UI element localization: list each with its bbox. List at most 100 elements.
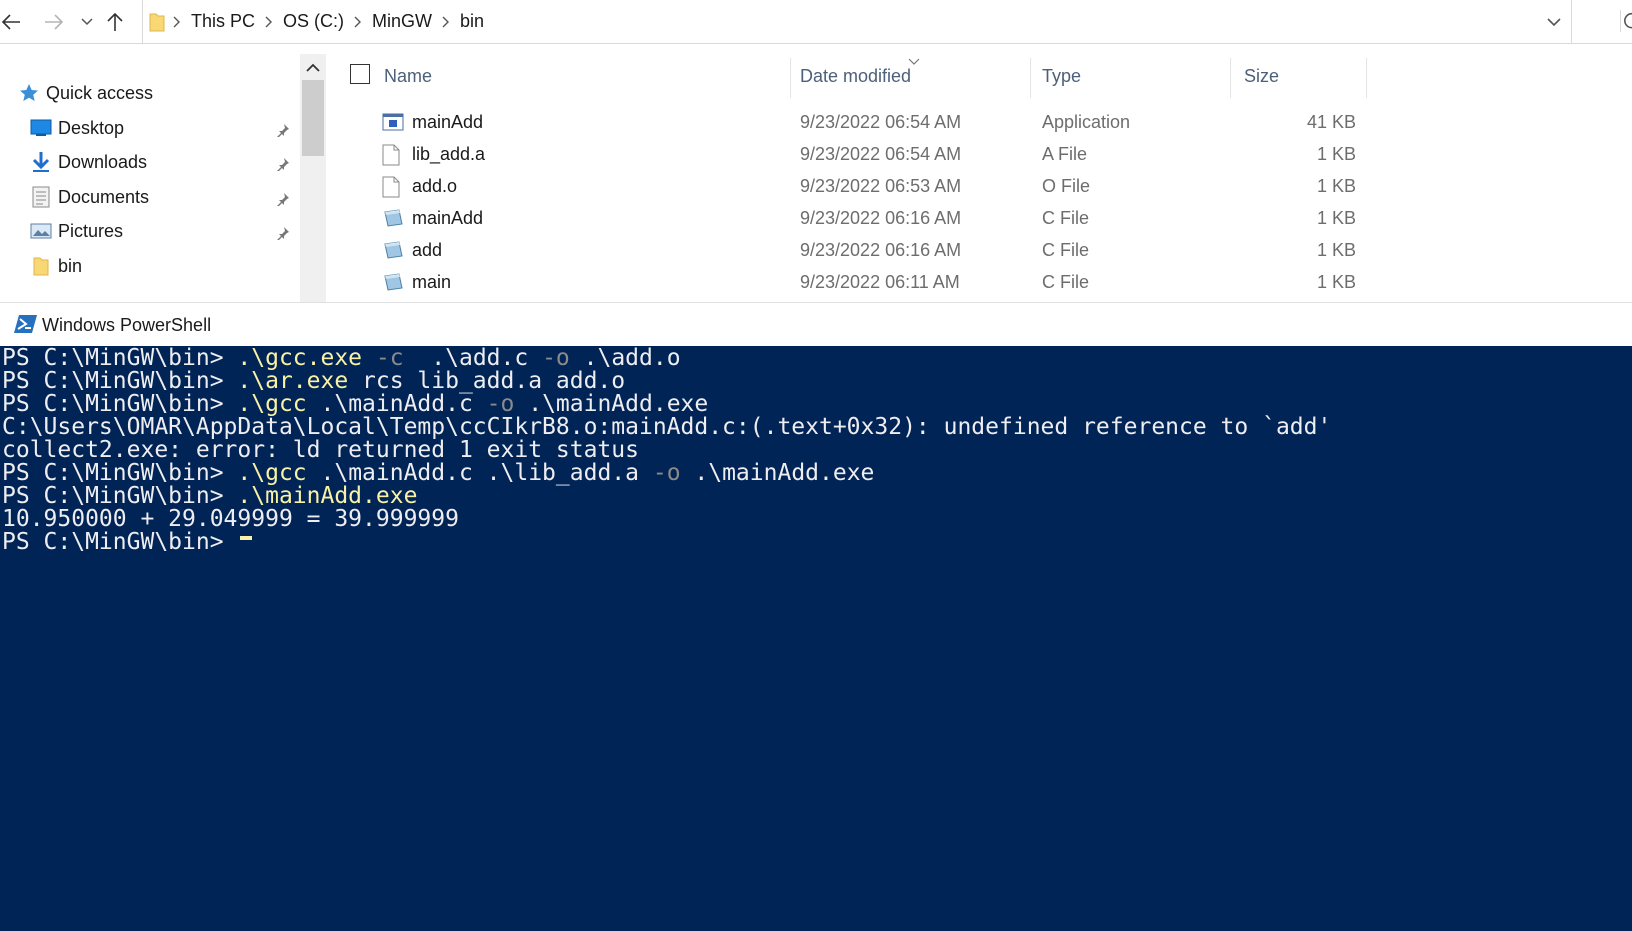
address-history-button[interactable] bbox=[1547, 0, 1561, 44]
file-icon bbox=[382, 176, 404, 198]
pin-icon[interactable] bbox=[276, 224, 290, 241]
nav-label: Desktop bbox=[58, 117, 125, 138]
chevron-right-icon[interactable] bbox=[350, 16, 366, 28]
column-header-date-modified[interactable]: Date modified bbox=[800, 54, 911, 98]
folder-icon bbox=[149, 13, 165, 31]
nav-item-bin[interactable]: bin bbox=[0, 249, 290, 283]
file-date-modified: 9/23/2022 06:16 AM bbox=[800, 207, 962, 228]
chevron-down-icon bbox=[81, 18, 93, 26]
pin-icon[interactable] bbox=[276, 121, 290, 138]
forward-arrow-icon bbox=[45, 14, 64, 30]
file-size: 1 KB bbox=[1316, 271, 1356, 292]
breadcrumb-mingw[interactable]: MinGW bbox=[366, 11, 438, 32]
star-icon bbox=[18, 82, 40, 104]
refresh-button[interactable] bbox=[1620, 10, 1632, 32]
file-size: 1 KB bbox=[1316, 175, 1356, 196]
file-row[interactable]: add 9/23/2022 06:16 AM C File 1 KB bbox=[330, 234, 1632, 266]
pictures-icon bbox=[30, 220, 52, 242]
file-name: mainAdd bbox=[412, 207, 484, 228]
nav-item-desktop[interactable]: Desktop bbox=[0, 111, 290, 145]
column-header-type[interactable]: Type bbox=[1042, 54, 1081, 98]
file-name: add.o bbox=[412, 175, 458, 196]
desktop-icon bbox=[30, 117, 52, 139]
file-date-modified: 9/23/2022 06:54 AM bbox=[800, 111, 962, 132]
nav-quick-access[interactable]: Quick access bbox=[0, 76, 290, 110]
pin-icon[interactable] bbox=[276, 190, 290, 207]
file-row[interactable]: add.o 9/23/2022 06:53 AM O File 1 KB bbox=[330, 170, 1632, 202]
back-arrow-icon bbox=[1, 14, 20, 30]
file-size: 1 KB bbox=[1316, 143, 1356, 164]
file-row[interactable]: mainAdd 9/23/2022 06:16 AM C File 1 KB bbox=[330, 202, 1632, 234]
up-arrow-icon bbox=[107, 12, 123, 31]
forward-button[interactable] bbox=[42, 0, 66, 44]
breadcrumb-os-c[interactable]: OS (C:) bbox=[277, 11, 350, 32]
nav-label: Downloads bbox=[58, 151, 148, 172]
navigation-pane-scrollbar[interactable] bbox=[300, 54, 326, 302]
c-file-icon bbox=[382, 208, 404, 230]
file-list: Name Date modified Type Size mainAdd 9/2… bbox=[330, 54, 1632, 302]
window-title: Windows PowerShell bbox=[42, 315, 212, 335]
console-line: PS C:\MinGW\bin> bbox=[2, 530, 237, 554]
file-type: Application bbox=[1042, 111, 1131, 132]
chevron-right-icon bbox=[169, 16, 185, 28]
console-line: 10.950000 + 29.049999 = 39.999999 bbox=[2, 507, 459, 531]
column-divider[interactable] bbox=[1030, 58, 1031, 98]
select-all-checkbox[interactable] bbox=[350, 64, 370, 84]
refresh-icon bbox=[1624, 12, 1632, 29]
console-text: .\mainAdd.exe bbox=[680, 460, 875, 486]
powershell-title-bar[interactable]: Windows PowerShell bbox=[0, 302, 1632, 346]
file-name: add bbox=[412, 239, 443, 260]
powershell-console[interactable]: PS C:\MinGW\bin> .\gcc.exe -c .\add.c -o… bbox=[0, 346, 1632, 931]
console-line: PS C:\MinGW\bin> .\gcc .\mainAdd.c .\lib… bbox=[2, 461, 874, 485]
file-type: C File bbox=[1042, 239, 1090, 260]
back-button[interactable] bbox=[0, 0, 22, 44]
scrollbar-thumb[interactable] bbox=[302, 80, 324, 156]
scroll-up-icon[interactable] bbox=[306, 60, 320, 78]
file-type: C File bbox=[1042, 207, 1090, 228]
console-line: PS C:\MinGW\bin> .\gcc .\mainAdd.c -o .\… bbox=[2, 392, 708, 416]
nav-item-pictures[interactable]: Pictures bbox=[0, 214, 290, 248]
nav-label: Pictures bbox=[58, 220, 124, 241]
powershell-icon bbox=[14, 314, 38, 334]
folder-icon bbox=[30, 255, 52, 277]
console-parameter: -o bbox=[652, 460, 681, 486]
chevron-right-icon[interactable] bbox=[261, 16, 277, 28]
file-type: C File bbox=[1042, 271, 1090, 292]
column-divider[interactable] bbox=[1230, 58, 1231, 98]
nav-item-documents[interactable]: Documents bbox=[0, 180, 290, 214]
chevron-down-icon bbox=[1547, 17, 1561, 26]
file-size: 1 KB bbox=[1316, 207, 1356, 228]
nav-item-downloads[interactable]: Downloads bbox=[0, 145, 290, 179]
breadcrumb-bin[interactable]: bin bbox=[454, 11, 490, 32]
nav-label: Quick access bbox=[46, 82, 154, 103]
file-date-modified: 9/23/2022 06:16 AM bbox=[800, 239, 962, 260]
file-size: 41 KB bbox=[1306, 111, 1356, 132]
recent-locations-button[interactable] bbox=[78, 0, 96, 44]
file-name: mainAdd bbox=[412, 111, 484, 132]
breadcrumb[interactable]: This PC OS (C:) MinGW bin bbox=[142, 0, 1572, 44]
column-header-size[interactable]: Size bbox=[1244, 54, 1279, 98]
chevron-right-icon[interactable] bbox=[438, 16, 454, 28]
file-row[interactable]: mainAdd 9/23/2022 06:54 AM Application 4… bbox=[330, 106, 1632, 138]
file-date-modified: 9/23/2022 06:53 AM bbox=[800, 175, 962, 196]
column-divider[interactable] bbox=[790, 58, 791, 98]
console-line: PS C:\MinGW\bin> .\mainAdd.exe bbox=[2, 484, 417, 508]
file-row[interactable]: lib_add.a 9/23/2022 06:54 AM A File 1 KB bbox=[330, 138, 1632, 170]
breadcrumb-this-pc[interactable]: This PC bbox=[185, 11, 261, 32]
column-header-name[interactable]: Name bbox=[384, 54, 432, 98]
console-line: collect2.exe: error: ld returned 1 exit … bbox=[2, 438, 639, 462]
file-type: A File bbox=[1042, 143, 1088, 164]
nav-label: Documents bbox=[58, 186, 150, 207]
application-icon bbox=[382, 112, 404, 134]
file-name: lib_add.a bbox=[412, 143, 486, 164]
file-size: 1 KB bbox=[1316, 239, 1356, 260]
downloads-icon bbox=[30, 151, 52, 173]
text-cursor bbox=[240, 536, 252, 540]
navigation-pane: Quick access Desktop Downloads Documents… bbox=[0, 54, 300, 302]
file-row[interactable]: main 9/23/2022 06:11 AM C File 1 KB bbox=[330, 266, 1632, 298]
pin-icon[interactable] bbox=[276, 155, 290, 172]
file-type: O File bbox=[1042, 175, 1091, 196]
console-line: C:\Users\OMAR\AppData\Local\Temp\ccCIkrB… bbox=[2, 415, 1331, 439]
up-button[interactable] bbox=[104, 0, 126, 44]
column-divider[interactable] bbox=[1366, 58, 1367, 98]
